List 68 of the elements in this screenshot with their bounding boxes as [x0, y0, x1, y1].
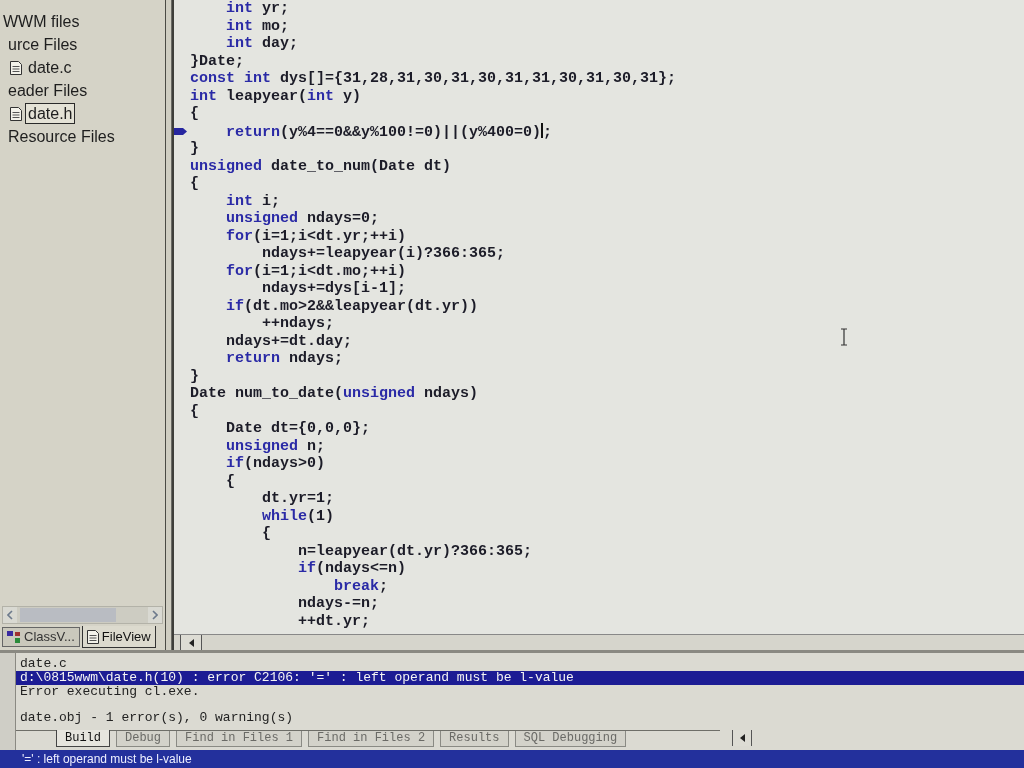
tree-item[interactable]: urce Files	[5, 33, 81, 56]
code-line: ++dt.yr;	[298, 612, 371, 630]
output-tab[interactable]: Debug	[116, 731, 171, 747]
code-line: Date dt={0,0,0};	[226, 420, 371, 438]
code-line: int mo;	[226, 17, 290, 35]
code-line: {	[190, 402, 199, 420]
code-line: n=leapyear(dt.yr)?366:365;	[298, 542, 533, 560]
code-line: if(ndays>0)	[226, 455, 326, 473]
pane-gripper[interactable]	[0, 653, 16, 750]
code-line: unsigned ndays=0;	[226, 210, 380, 228]
panel-tab[interactable]: ClassV...	[2, 627, 80, 647]
code-line: dt.yr=1;	[262, 490, 335, 508]
code-line: }Date;	[190, 52, 244, 70]
code-line: if(ndays<=n)	[298, 560, 407, 578]
classes-icon	[7, 631, 21, 643]
code-line: break;	[334, 577, 389, 595]
scrollbar-thumb[interactable]	[20, 608, 116, 622]
code-line: {	[262, 525, 272, 543]
scroll-right-button[interactable]	[148, 607, 162, 623]
chevron-left-icon	[7, 610, 13, 620]
code-line: ndays-=n;	[298, 595, 380, 613]
output-tab[interactable]: Build	[56, 730, 110, 747]
output-tab[interactable]: Find in Files 2	[308, 731, 435, 747]
horizontal-scrollbar[interactable]	[174, 634, 1024, 650]
horizontal-scrollbar[interactable]	[2, 606, 163, 624]
code-line: Date num_to_date(unsigned ndays)	[190, 385, 479, 403]
output-tab[interactable]: Results	[440, 731, 509, 747]
tree-item[interactable]: WWM files	[0, 10, 83, 33]
code-line: {	[190, 105, 199, 123]
output-line[interactable]: date.c	[16, 657, 1024, 671]
panel-tab[interactable]: FileView	[81, 626, 156, 648]
output-tab[interactable]: SQL Debugging	[514, 731, 627, 747]
code-line: ndays+=leapyear(i)?366:365;	[262, 245, 506, 263]
code-line: return ndays;	[226, 350, 344, 368]
mouse-pointer-icon	[840, 328, 848, 346]
output-tab[interactable]: Find in Files 1	[176, 731, 303, 747]
arrow-left-icon	[188, 638, 194, 647]
arrow-left-icon	[739, 734, 745, 742]
tree-item[interactable]: eader Files	[5, 79, 91, 102]
code-line: int i;	[226, 192, 281, 210]
code-line: ndays+=dt.day;	[226, 332, 353, 350]
code-line: return(y%4==0&&y%100!=0)||(y%400=0);	[226, 122, 553, 140]
status-text: '=' : left operand must be l-value	[22, 751, 192, 768]
file-icon	[10, 60, 22, 75]
code-line: }	[190, 367, 199, 385]
tree-item[interactable]: Resource Files	[5, 125, 118, 148]
code-line: unsigned date_to_num(Date dt)	[190, 157, 452, 175]
code-line: ndays+=dys[i-1];	[262, 280, 407, 298]
file-icon	[86, 629, 99, 644]
code-line: while(1)	[262, 507, 335, 525]
code-line: for(i=1;i<dt.mo;++i)	[226, 262, 407, 280]
scroll-left-button[interactable]	[180, 635, 202, 650]
code-line: unsigned n;	[226, 437, 326, 455]
output-line[interactable]: Error executing cl.exe.	[16, 685, 1024, 699]
file-icon	[10, 106, 22, 121]
chevron-right-icon	[152, 610, 158, 620]
code-line: int day;	[226, 35, 299, 53]
code-line: {	[226, 472, 236, 490]
tree-item[interactable]: date.c	[10, 56, 75, 79]
code-line: }	[190, 140, 199, 158]
output-line[interactable]: date.obj - 1 error(s), 0 warning(s)	[16, 711, 1024, 725]
code-line: ++ndays;	[262, 315, 335, 333]
code-line: const int dys[]={31,28,31,30,31,30,31,31,30,31,30,31};	[190, 70, 677, 88]
code-line: for(i=1;i<dt.yr;++i)	[226, 227, 407, 245]
code-line: int leapyear(int y)	[190, 87, 362, 105]
code-line: int yr;	[226, 0, 290, 18]
code-line: {	[190, 175, 199, 193]
code-line: if(dt.mo>2&&leapyear(dt.yr))	[226, 297, 479, 315]
